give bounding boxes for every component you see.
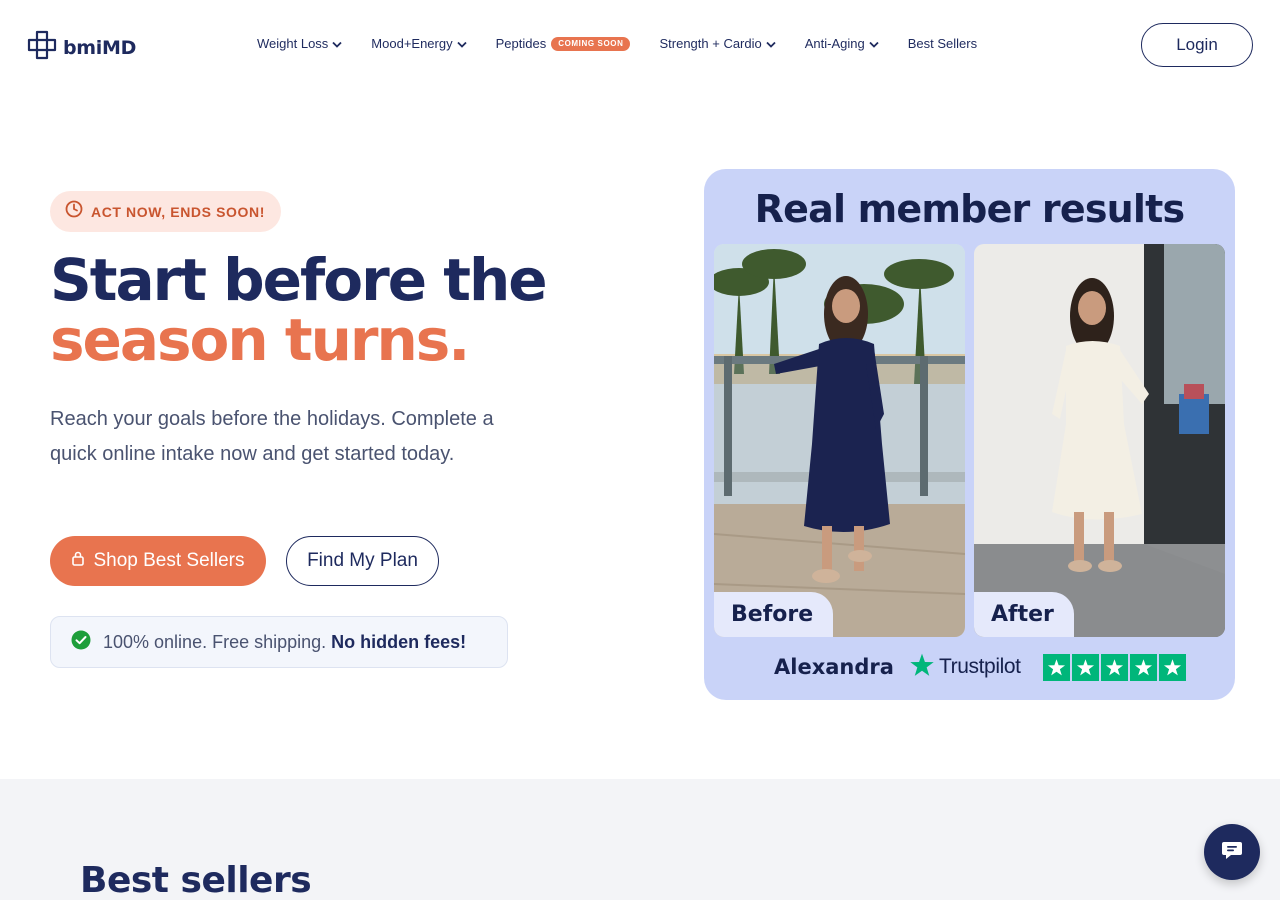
star-icon [909, 652, 935, 683]
cross-logo-icon [27, 30, 57, 65]
trustpilot-name: Trustpilot [939, 655, 1021, 678]
shop-button-label: Shop Best Sellers [93, 550, 245, 571]
hero-headline: Start before the season turns. [50, 246, 548, 374]
main-nav: Weight Loss Mood+Energy Peptides COMING … [257, 36, 1006, 51]
nav-label: Mood+Energy [371, 36, 453, 51]
results-card: Real member results Before After Alexand… [704, 169, 1235, 700]
rating-star [1043, 653, 1070, 681]
nav-mood-energy[interactable]: Mood+Energy [371, 36, 467, 51]
before-photo-illustration [714, 244, 965, 637]
after-photo: After [974, 244, 1225, 637]
urgency-text: ACT NOW, ENDS SOON! [91, 203, 265, 220]
clock-icon [65, 200, 83, 223]
after-photo-illustration [974, 244, 1225, 637]
trustpilot-logo: Trustpilot [909, 652, 1021, 683]
note-content: 100% online. Free shipping. No hidden fe… [103, 632, 466, 653]
site-header: bmiMD Weight Loss Mood+Energy Peptides C… [0, 0, 1280, 90]
nav-anti-aging[interactable]: Anti-Aging [805, 36, 879, 51]
after-label: After [974, 592, 1074, 637]
nav-best-sellers[interactable]: Best Sellers [908, 36, 977, 51]
brand-logo[interactable]: bmiMD [27, 30, 136, 65]
headline-line-2: season turns. [50, 306, 470, 374]
reviewer-name: Alexandra [774, 655, 894, 679]
note-text: 100% online. Free shipping. [103, 631, 327, 652]
chevron-down-icon [456, 36, 467, 51]
best-sellers-title: Best sellers [80, 860, 312, 900]
headline-line-1: Start before the [50, 246, 548, 314]
rating-star [1072, 653, 1099, 681]
results-title: Real member results [754, 187, 1185, 231]
nav-weight-loss[interactable]: Weight Loss [257, 36, 342, 51]
nav-peptides[interactable]: Peptides COMING SOON [496, 36, 631, 51]
nav-label: Anti-Aging [804, 36, 865, 51]
hero-subtext: Reach your goals before the holidays. Co… [50, 408, 494, 465]
brand-name: bmiMD [63, 36, 137, 59]
rating-stars [1043, 653, 1186, 681]
chevron-down-icon [766, 36, 776, 51]
nav-strength-cardio[interactable]: Strength + Cardio [659, 36, 776, 51]
nav-label: Weight Loss [257, 36, 329, 51]
login-button[interactable]: Login [1141, 23, 1253, 67]
lock-icon [71, 550, 85, 572]
rating-star [1159, 653, 1186, 681]
rating-star [1101, 653, 1128, 681]
before-label: Before [714, 592, 834, 637]
nav-label: Peptides [495, 36, 547, 51]
check-circle-icon [71, 630, 91, 655]
note-bold: No hidden fees! [331, 631, 467, 652]
coming-soon-badge: COMING SOON [551, 36, 631, 51]
urgency-pill: ACT NOW, ENDS SOON! [50, 191, 281, 232]
nav-label: Best Sellers [907, 36, 978, 51]
shop-best-sellers-button[interactable]: Shop Best Sellers [50, 536, 266, 586]
find-my-plan-button[interactable]: Find My Plan [286, 536, 439, 586]
before-photo: Before [714, 244, 965, 637]
nav-label: Strength + Cardio [659, 36, 762, 51]
chevron-down-icon [332, 36, 342, 51]
chat-button[interactable] [1204, 824, 1260, 880]
chat-bubble-icon [1220, 838, 1244, 867]
trust-note: 100% online. Free shipping. No hidden fe… [50, 616, 508, 668]
chevron-down-icon [869, 36, 879, 51]
rating-star [1130, 653, 1157, 681]
review-footer: Alexandra Trustpilot [704, 649, 1235, 685]
